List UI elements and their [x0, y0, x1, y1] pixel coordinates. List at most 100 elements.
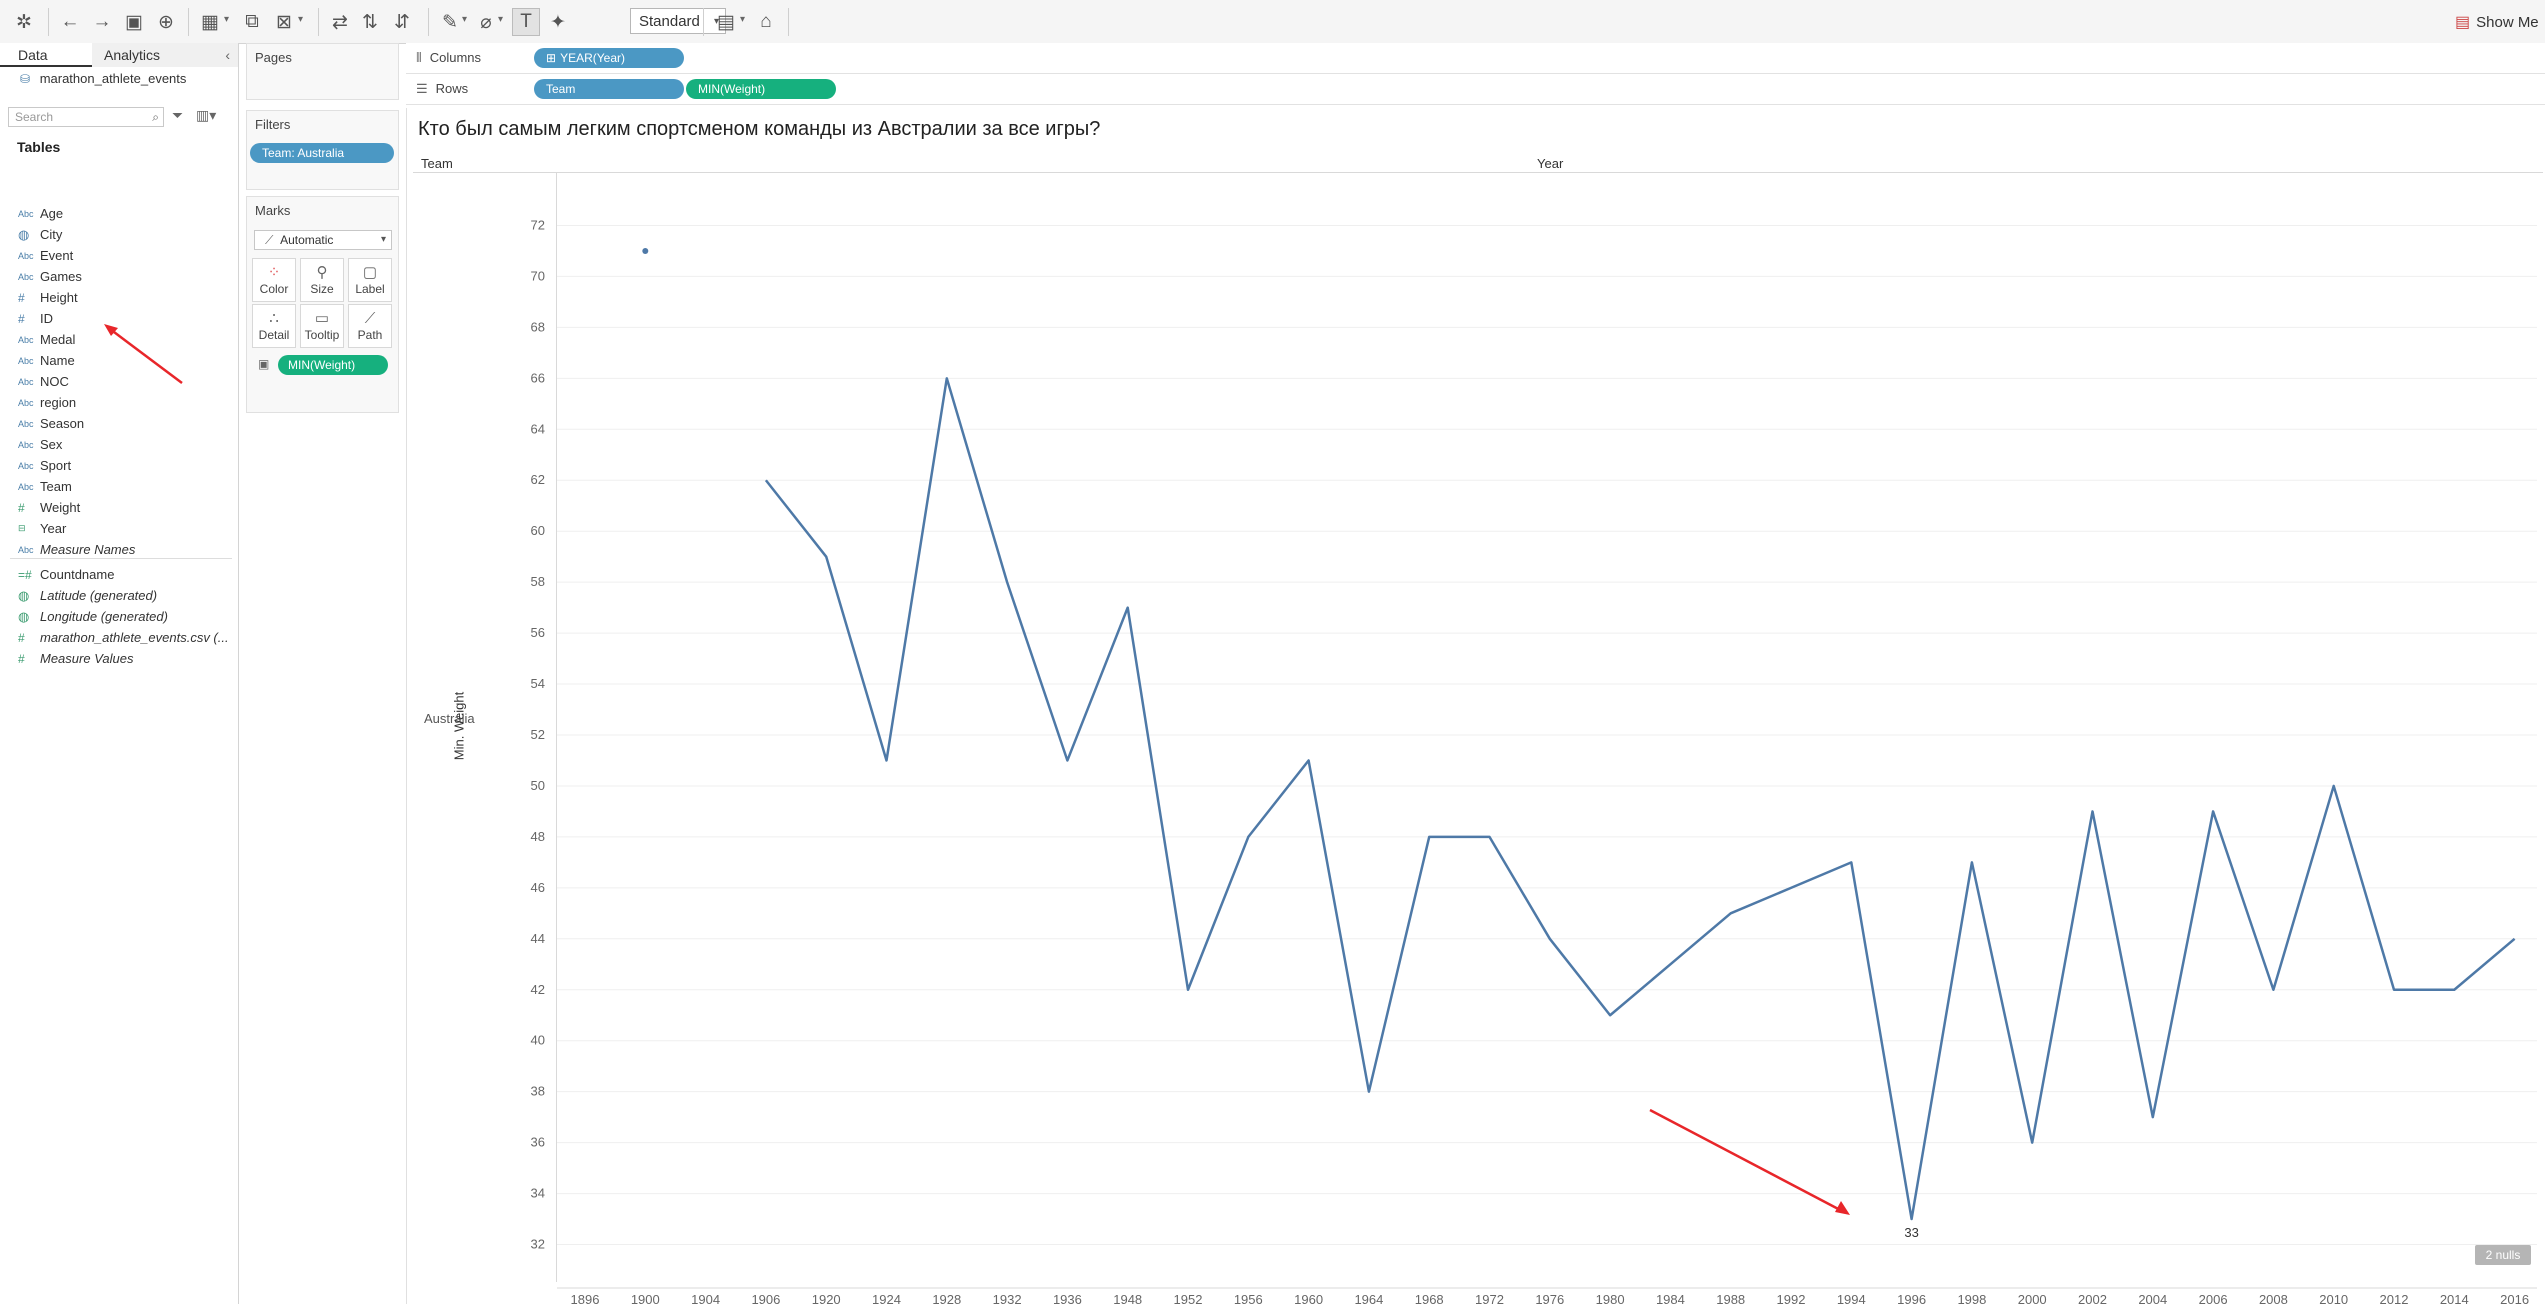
- redo-icon[interactable]: →: [88, 8, 116, 36]
- field-type-icon: Abc: [18, 439, 34, 450]
- field-item[interactable]: Abc Event: [18, 245, 73, 266]
- group-icon[interactable]: ⌀: [472, 8, 500, 36]
- field-label: Year: [40, 521, 67, 536]
- sort-descending-icon[interactable]: ⇵: [388, 8, 416, 36]
- field-item[interactable]: Abc Measure Names: [18, 539, 135, 560]
- chevron-down-icon[interactable]: ▾: [224, 14, 234, 28]
- field-item[interactable]: Abc Team: [18, 476, 72, 497]
- field-item[interactable]: Abc Age: [18, 203, 63, 224]
- field-item[interactable]: ◍ Latitude (generated): [18, 585, 157, 606]
- show-me-label: Show Me: [2476, 13, 2539, 31]
- duplicate-sheet-icon[interactable]: ⧉: [238, 8, 266, 36]
- y-tick-label: 66: [531, 370, 545, 385]
- field-item[interactable]: ◍ City: [18, 224, 62, 245]
- chevron-down-icon[interactable]: ▾: [740, 14, 750, 28]
- show-cards-icon[interactable]: ▤: [712, 8, 740, 36]
- field-label: Sex: [40, 437, 63, 452]
- expand-icon: ⊞: [546, 51, 557, 65]
- y-tick-label: 62: [531, 472, 545, 487]
- search-placeholder: Search: [15, 110, 54, 124]
- field-item[interactable]: ◍ Longitude (generated): [18, 606, 168, 627]
- marks-pill-min-weight[interactable]: MIN(Weight): [278, 355, 388, 375]
- label-button[interactable]: ▢ Label: [348, 258, 392, 302]
- x-tick-label: 1948: [1113, 1292, 1142, 1304]
- field-item[interactable]: # marathon_athlete_events.csv (...: [18, 627, 229, 648]
- columns-shelf: ⦀ Columns ⊞ YEAR(Year): [406, 43, 2545, 74]
- show-me-icon: ▤: [2455, 14, 2471, 31]
- clear-sheet-icon[interactable]: ⊠: [270, 8, 298, 36]
- pages-title: Pages: [255, 50, 292, 65]
- new-worksheet-icon[interactable]: ▦: [196, 8, 224, 36]
- color-button[interactable]: ⁘ Color: [252, 258, 296, 302]
- field-item[interactable]: # Weight: [18, 497, 80, 518]
- size-label: Size: [310, 282, 334, 296]
- chevron-down-icon[interactable]: ▾: [462, 14, 472, 28]
- pin-icon[interactable]: ✦: [544, 8, 572, 36]
- field-label: Event: [40, 248, 74, 263]
- filter-pill-team[interactable]: Team: Australia: [250, 143, 394, 163]
- x-tick-label: 1904: [691, 1292, 720, 1304]
- rows-pill-team[interactable]: Team: [534, 79, 684, 99]
- field-item[interactable]: Abc Season: [18, 413, 84, 434]
- field-item[interactable]: Abc Sport: [18, 455, 71, 476]
- datasource-row[interactable]: ⛁ marathon_athlete_events: [20, 71, 186, 86]
- undo-icon[interactable]: ←: [56, 8, 84, 36]
- x-tick-label: 1956: [1234, 1292, 1263, 1304]
- x-tick-label: 1936: [1053, 1292, 1082, 1304]
- field-item[interactable]: Abc Sex: [18, 434, 62, 455]
- field-item[interactable]: # ID: [18, 308, 53, 329]
- field-item[interactable]: Abc Medal: [18, 329, 75, 350]
- search-input[interactable]: Search ⌕: [8, 107, 164, 127]
- sort-ascending-icon[interactable]: ⇅: [356, 8, 384, 36]
- pages-card[interactable]: Pages: [246, 43, 399, 100]
- line-mark-icon: ⟋: [265, 233, 274, 247]
- y-tick-label: 70: [531, 268, 545, 283]
- field-item[interactable]: Abc region: [18, 392, 76, 413]
- field-label: ID: [40, 311, 53, 326]
- field-item[interactable]: Abc NOC: [18, 371, 69, 392]
- field-item[interactable]: # Height: [18, 287, 78, 308]
- filter-icon[interactable]: ⏷: [172, 107, 183, 124]
- chevron-down-icon[interactable]: ▾: [298, 14, 308, 28]
- datasource-icon: ⛁: [20, 72, 31, 86]
- field-type-icon: Abc: [18, 481, 34, 492]
- columns-label: ⦀ Columns: [416, 50, 481, 66]
- field-item[interactable]: ⊟ Year: [18, 518, 66, 539]
- path-button[interactable]: ⟋ Path: [348, 304, 392, 348]
- datasource-name: marathon_athlete_events: [39, 71, 187, 86]
- tableau-logo-icon[interactable]: ✲: [10, 8, 38, 36]
- x-tick-label: 2000: [2018, 1292, 2047, 1304]
- tooltip-button[interactable]: ▭ Tooltip: [300, 304, 344, 348]
- rows-label-text: Rows: [435, 81, 469, 96]
- rows-pill-min-weight[interactable]: MIN(Weight): [686, 79, 836, 99]
- save-icon[interactable]: ▣: [120, 8, 148, 36]
- mark-type-select[interactable]: ⟋ Automatic ▾: [254, 230, 392, 250]
- field-label: City: [40, 227, 63, 242]
- tab-data[interactable]: Data: [0, 43, 92, 67]
- field-item[interactable]: Abc Name: [18, 350, 75, 371]
- columns-pill-year[interactable]: ⊞ YEAR(Year): [534, 48, 684, 68]
- detail-button[interactable]: ∴ Detail: [252, 304, 296, 348]
- field-divider: [10, 558, 232, 559]
- swap-icon[interactable]: ⇄: [326, 8, 354, 36]
- chevron-down-icon[interactable]: ▾: [498, 14, 508, 28]
- x-tick-label: 1900: [631, 1292, 660, 1304]
- presentation-icon[interactable]: ⌂: [752, 8, 780, 36]
- field-type-icon: Abc: [18, 250, 34, 261]
- field-item[interactable]: =# Countdname: [18, 564, 114, 585]
- y-tick-label: 60: [531, 523, 545, 538]
- field-item[interactable]: Abc Games: [18, 266, 82, 287]
- highlight-icon[interactable]: ✎: [436, 8, 464, 36]
- new-datasource-icon[interactable]: ⊕: [152, 8, 180, 36]
- field-item[interactable]: # Measure Values: [18, 648, 133, 669]
- y-tick-label: 64: [531, 421, 545, 436]
- field-type-icon: #: [18, 290, 25, 305]
- show-labels-icon[interactable]: T: [512, 8, 540, 36]
- size-button[interactable]: ⚲ Size: [300, 258, 344, 302]
- nulls-indicator[interactable]: 2 nulls: [2475, 1245, 2531, 1265]
- collapse-icon[interactable]: ‹: [225, 43, 230, 67]
- view-options-icon[interactable]: ▥▾: [196, 107, 216, 124]
- x-tick-label: 2010: [2319, 1292, 2348, 1304]
- tab-analytics[interactable]: Analytics ‹: [92, 43, 238, 67]
- show-me-button[interactable]: ▤ Show Me: [2455, 8, 2540, 36]
